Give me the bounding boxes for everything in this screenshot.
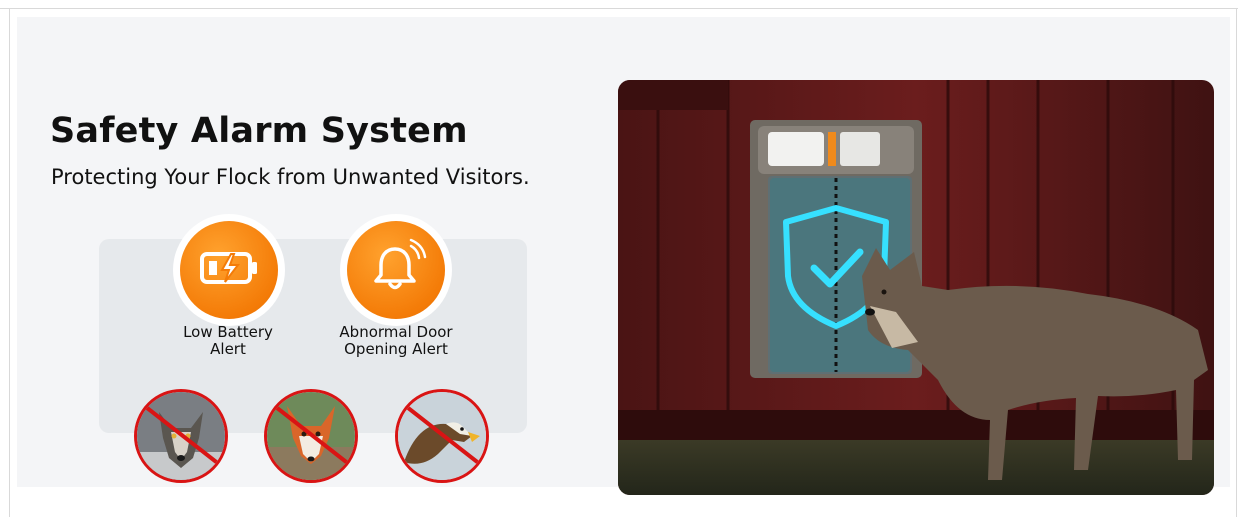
page-title: Safety Alarm System — [50, 111, 468, 151]
door-alert-label-line2: Opening Alert — [344, 340, 448, 358]
frame-top-border — [0, 8, 1238, 9]
low-battery-badge — [173, 214, 285, 326]
low-battery-circle — [180, 221, 278, 319]
door-alert-circle — [347, 221, 445, 319]
frame-right-border — [1236, 8, 1237, 517]
low-battery-label-line1: Low Battery — [183, 323, 273, 341]
door-alert-label-line1: Abnormal Door — [339, 323, 453, 341]
bell-alarm-icon — [365, 237, 427, 303]
no-eagle-icon — [395, 389, 489, 483]
no-fox-icon — [264, 389, 358, 483]
low-battery-label-line2: Alert — [210, 340, 246, 358]
no-wolf-icon — [134, 389, 228, 483]
door-alert-badge — [340, 214, 452, 326]
product-photo — [618, 80, 1214, 495]
battery-charging-icon — [198, 248, 260, 292]
frame-left-border — [9, 8, 10, 517]
low-battery-label: Low Battery Alert — [143, 324, 313, 358]
page-subtitle: Protecting Your Flock from Unwanted Visi… — [51, 165, 530, 189]
door-alert-label: Abnormal Door Opening Alert — [311, 324, 481, 358]
